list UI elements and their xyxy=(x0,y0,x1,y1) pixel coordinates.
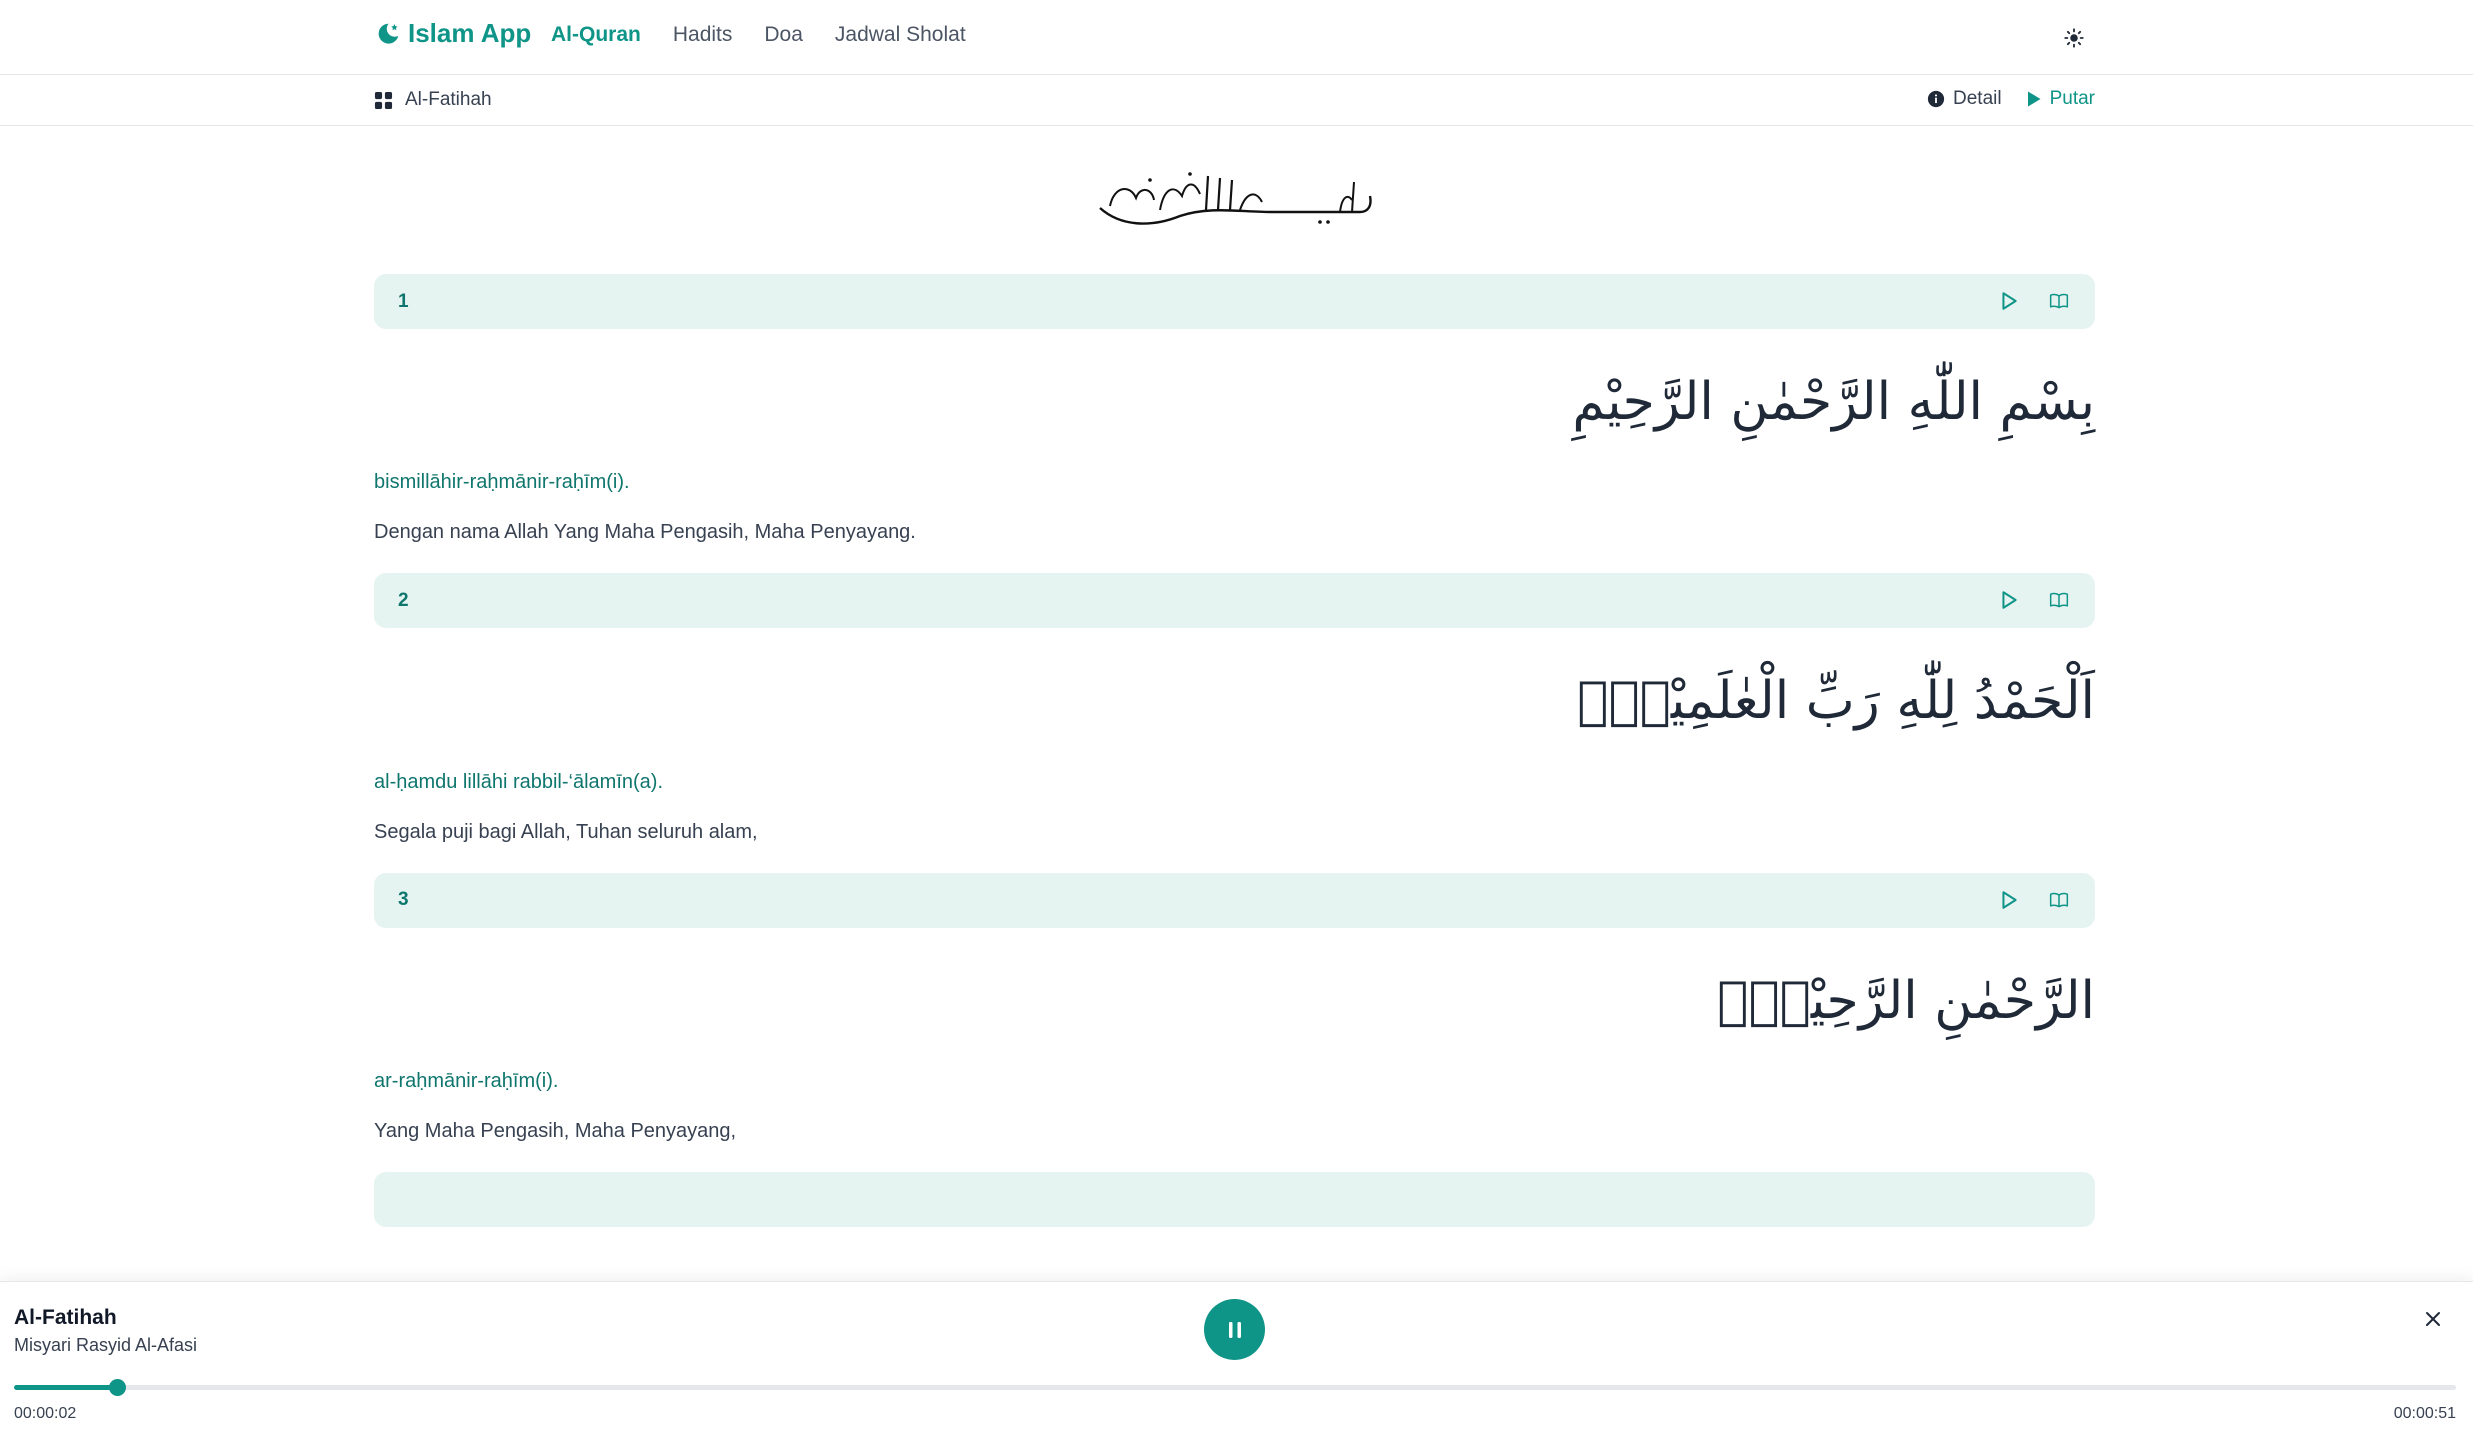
book-open-icon xyxy=(2049,293,2069,309)
duration: 00:00:51 xyxy=(2393,1405,2456,1422)
ayah-header: 1 xyxy=(374,274,2095,329)
pause-button[interactable] xyxy=(1204,1299,1265,1360)
nav-item-al-quran[interactable]: Al-Quran xyxy=(551,23,641,47)
play-icon xyxy=(2027,91,2041,107)
nav-item-hadits[interactable]: Hadits xyxy=(673,23,733,47)
ayah-number: 3 xyxy=(398,889,409,911)
close-icon xyxy=(2426,1312,2440,1326)
play-ayah-button[interactable] xyxy=(1995,886,2023,914)
play-ayah-button[interactable] xyxy=(1995,287,2023,315)
ayah-header: 2 xyxy=(374,573,2095,629)
play-outline-icon xyxy=(2002,591,2017,610)
play-label: Putar xyxy=(2049,88,2095,109)
tafsir-button[interactable] xyxy=(2045,287,2073,315)
progress-slider[interactable] xyxy=(14,1379,2456,1396)
top-navbar: Islam App Al-Quran Hadits Doa Jadwal Sho… xyxy=(0,0,2473,75)
play-outline-icon xyxy=(2002,891,2017,909)
ayah-number: 1 xyxy=(398,290,409,312)
surah-selector[interactable]: Al-Fatihah xyxy=(374,89,492,111)
info-icon xyxy=(1927,90,1945,108)
ayah-number: 2 xyxy=(398,589,409,611)
player-title: Al-Fatihah xyxy=(14,1306,117,1329)
detail-label: Detail xyxy=(1953,88,2002,109)
player-artist: Misyari Rasyid Al-Afasi xyxy=(14,1335,198,1355)
tafsir-button[interactable] xyxy=(2045,586,2073,614)
sun-icon xyxy=(2064,28,2084,48)
surah-toolbar: Al-Fatihah Detail Putar xyxy=(0,75,2473,126)
current-time: 00:00:02 xyxy=(14,1405,77,1422)
surah-actions: Detail Putar xyxy=(1927,88,2095,110)
ayah-actions xyxy=(1995,586,2073,614)
ayah-arabic: الرَّحْمٰنِ الرَّحِيْمِۙ xyxy=(1717,970,2095,1031)
ayah-list: 1 بِسْمِ اللّٰهِ الرَّحْمٰنِ الرَّحِيْمِ… xyxy=(374,126,2095,1228)
ayah-arabic: بِسْمِ اللّٰهِ الرَّحْمٰنِ الرَّحِيْمِ xyxy=(1572,372,2095,432)
ayah-arabic: اَلْحَمْدُ لِلّٰهِ رَبِّ الْعٰلَمِيْنَۙ xyxy=(1577,671,2095,732)
close-player-button[interactable] xyxy=(2418,1304,2448,1334)
nav-item-doa[interactable]: Doa xyxy=(764,23,803,47)
brand-name: Islam App xyxy=(408,18,532,48)
ayah-header xyxy=(374,1172,2095,1228)
play-ayah-button[interactable] xyxy=(1995,586,2023,614)
progress-thumb[interactable] xyxy=(108,1379,126,1396)
ayah-actions xyxy=(1995,886,2073,914)
progress-fill xyxy=(14,1385,117,1390)
pause-icon xyxy=(1228,1321,1241,1338)
audio-player: Al-Fatihah Misyari Rasyid Al-Afasi 00:00… xyxy=(0,1281,2473,1438)
ayah-latin: ar-raḥmānir-raḥīm(i). xyxy=(374,1070,559,1093)
ayah-latin: al-ḥamdu lillāhi rabbil-‘ālamīn(a). xyxy=(374,770,664,793)
nav-item-jadwal-sholat[interactable]: Jadwal Sholat xyxy=(835,23,966,47)
book-open-icon xyxy=(2049,593,2069,608)
ayah-header: 3 xyxy=(374,872,2095,928)
surah-name: Al-Fatihah xyxy=(405,89,492,110)
crescent-moon-icon xyxy=(378,23,399,44)
ayah-translation: Segala puji bagi Allah, Tuhan seluruh al… xyxy=(374,820,758,843)
bismillah-calligraphy xyxy=(1098,172,1372,225)
book-open-icon xyxy=(2049,892,2069,908)
ayah-latin: bismillāhir-raḥmānir-raḥīm(i). xyxy=(374,471,630,494)
play-outline-icon xyxy=(2002,292,2017,310)
tafsir-button[interactable] xyxy=(2045,886,2073,914)
ayah-translation: Yang Maha Pengasih, Maha Penyayang, xyxy=(374,1120,737,1143)
theme-toggle-button[interactable] xyxy=(2058,22,2090,54)
ayah-actions xyxy=(1995,287,2073,315)
brand-logo[interactable]: Islam App xyxy=(374,18,531,49)
grid-icon xyxy=(374,91,393,109)
play-surah-button[interactable]: Putar xyxy=(2026,88,2095,110)
detail-button[interactable]: Detail xyxy=(1927,88,2002,110)
ayah-translation: Dengan nama Allah Yang Maha Pengasih, Ma… xyxy=(374,521,916,544)
main-nav: Al-Quran Hadits Doa Jadwal Sholat xyxy=(551,23,966,47)
